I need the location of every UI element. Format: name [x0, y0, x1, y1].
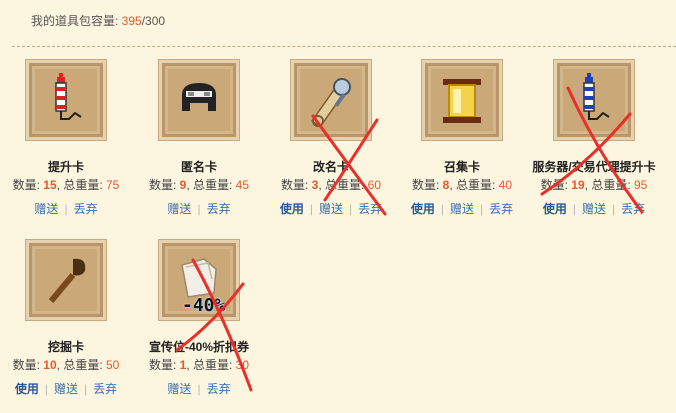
item-weight: 95 — [634, 178, 648, 192]
item-actions: 赠送 | 丢弃 — [167, 382, 231, 396]
gift-button[interactable]: 赠送 — [167, 202, 191, 216]
discard-button[interactable]: 丢弃 — [93, 382, 117, 396]
item-name: 匿名卡 — [180, 160, 217, 174]
item-name: 改名卡 — [312, 160, 349, 174]
gift-button[interactable]: 赠送 — [34, 202, 58, 216]
gift-button[interactable]: 赠送 — [54, 382, 78, 396]
item-weight: 30 — [235, 358, 250, 372]
item-stats: 数量: 10, 总重量: 50 — [12, 358, 120, 372]
item-name: 宣传位-40%折扣券 — [148, 340, 249, 354]
item-slot[interactable] — [291, 60, 371, 140]
item-slot[interactable] — [422, 60, 502, 140]
use-button[interactable]: 使用 — [411, 202, 435, 216]
shovel-icon — [48, 258, 86, 303]
use-button[interactable]: 使用 — [280, 202, 304, 216]
item-qty: 15 — [43, 178, 57, 192]
item-slot[interactable] — [554, 60, 634, 140]
discard-button[interactable]: 丢弃 — [621, 202, 645, 216]
gift-button[interactable]: 赠送 — [319, 202, 343, 216]
item-weight: 75 — [106, 178, 120, 192]
item-actions: 使用 | 赠送 | 丢弃 — [542, 202, 646, 216]
item-actions: 使用 | 赠送 | 丢弃 — [410, 202, 514, 216]
item-name: 提升卡 — [47, 160, 84, 174]
discard-button[interactable]: 丢弃 — [489, 202, 513, 216]
gift-button[interactable]: 赠送 — [582, 202, 606, 216]
item-grid: 提升卡 数量: 15, 总重量: 75 赠送 | 丢弃 匿名卡 数量: 9, 总重量… — [0, 0, 676, 413]
use-button[interactable]: 使用 — [543, 202, 567, 216]
discard-button[interactable]: 丢弃 — [207, 382, 231, 396]
discard-button[interactable]: 丢弃 — [358, 202, 382, 216]
discard-button[interactable]: 丢弃 — [74, 202, 98, 216]
item-name: 召集卡 — [443, 160, 480, 174]
item-stats: 数量: 19, 总重量: 95 — [540, 178, 648, 192]
item-actions: 赠送 | 丢弃 — [167, 202, 231, 216]
item-stats: 数量: 3, 总重量: 60 — [280, 178, 382, 192]
item-weight: 40 — [498, 178, 513, 192]
coupon-discount-badge: -40% — [182, 295, 226, 316]
gift-button[interactable]: 赠送 — [167, 382, 191, 396]
summon-scroll-icon — [443, 79, 481, 123]
item-stats: 数量: 9, 总重量: 45 — [148, 178, 250, 192]
discard-button[interactable]: 丢弃 — [207, 202, 231, 216]
item-stats: 数量: 15, 总重量: 75 — [12, 178, 120, 192]
mask-icon — [182, 83, 216, 111]
item-slot[interactable]: -40% — [159, 240, 239, 320]
item-stats: 数量: 8, 总重量: 40 — [411, 178, 513, 192]
use-button[interactable]: 使用 — [15, 382, 39, 396]
item-stats: 数量: 1, 总重量: 30 — [148, 358, 250, 372]
item-actions: 使用 | 赠送 | 丢弃 — [279, 202, 383, 216]
item-weight: 60 — [367, 178, 382, 192]
item-weight: 45 — [235, 178, 250, 192]
item-qty: 19 — [571, 178, 585, 192]
item-slot[interactable] — [26, 60, 106, 140]
firework-blue-icon — [583, 73, 610, 120]
item-actions: 使用 | 赠送 | 丢弃 — [14, 382, 118, 396]
item-qty: 10 — [43, 358, 57, 372]
item-slot[interactable] — [159, 60, 239, 140]
rename-scroll-icon — [310, 78, 351, 127]
item-weight: 50 — [106, 358, 120, 372]
gift-button[interactable]: 赠送 — [450, 202, 474, 216]
firework-red-icon — [55, 73, 82, 120]
item-actions: 赠送 | 丢弃 — [34, 202, 98, 216]
item-name: 服务器/交易代理提升卡 — [532, 160, 656, 174]
item-name: 挖掘卡 — [47, 340, 84, 354]
item-slot[interactable] — [26, 240, 106, 320]
